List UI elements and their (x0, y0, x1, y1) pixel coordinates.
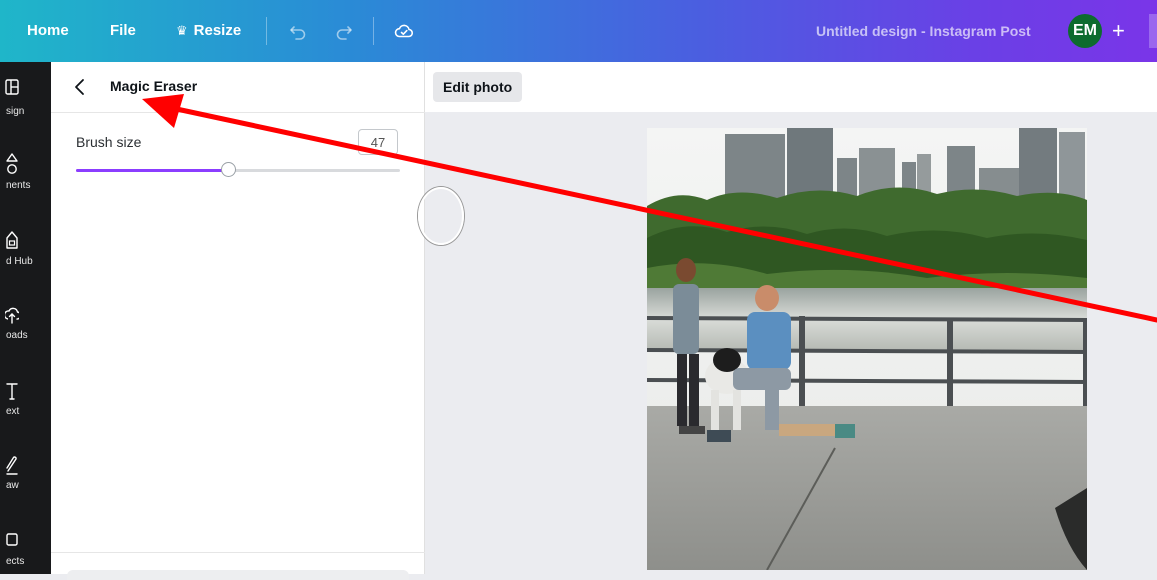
annotation-arrow (142, 94, 1157, 323)
annotation-arrow-head (142, 94, 184, 128)
annotation-arrow-line (169, 105, 1157, 323)
